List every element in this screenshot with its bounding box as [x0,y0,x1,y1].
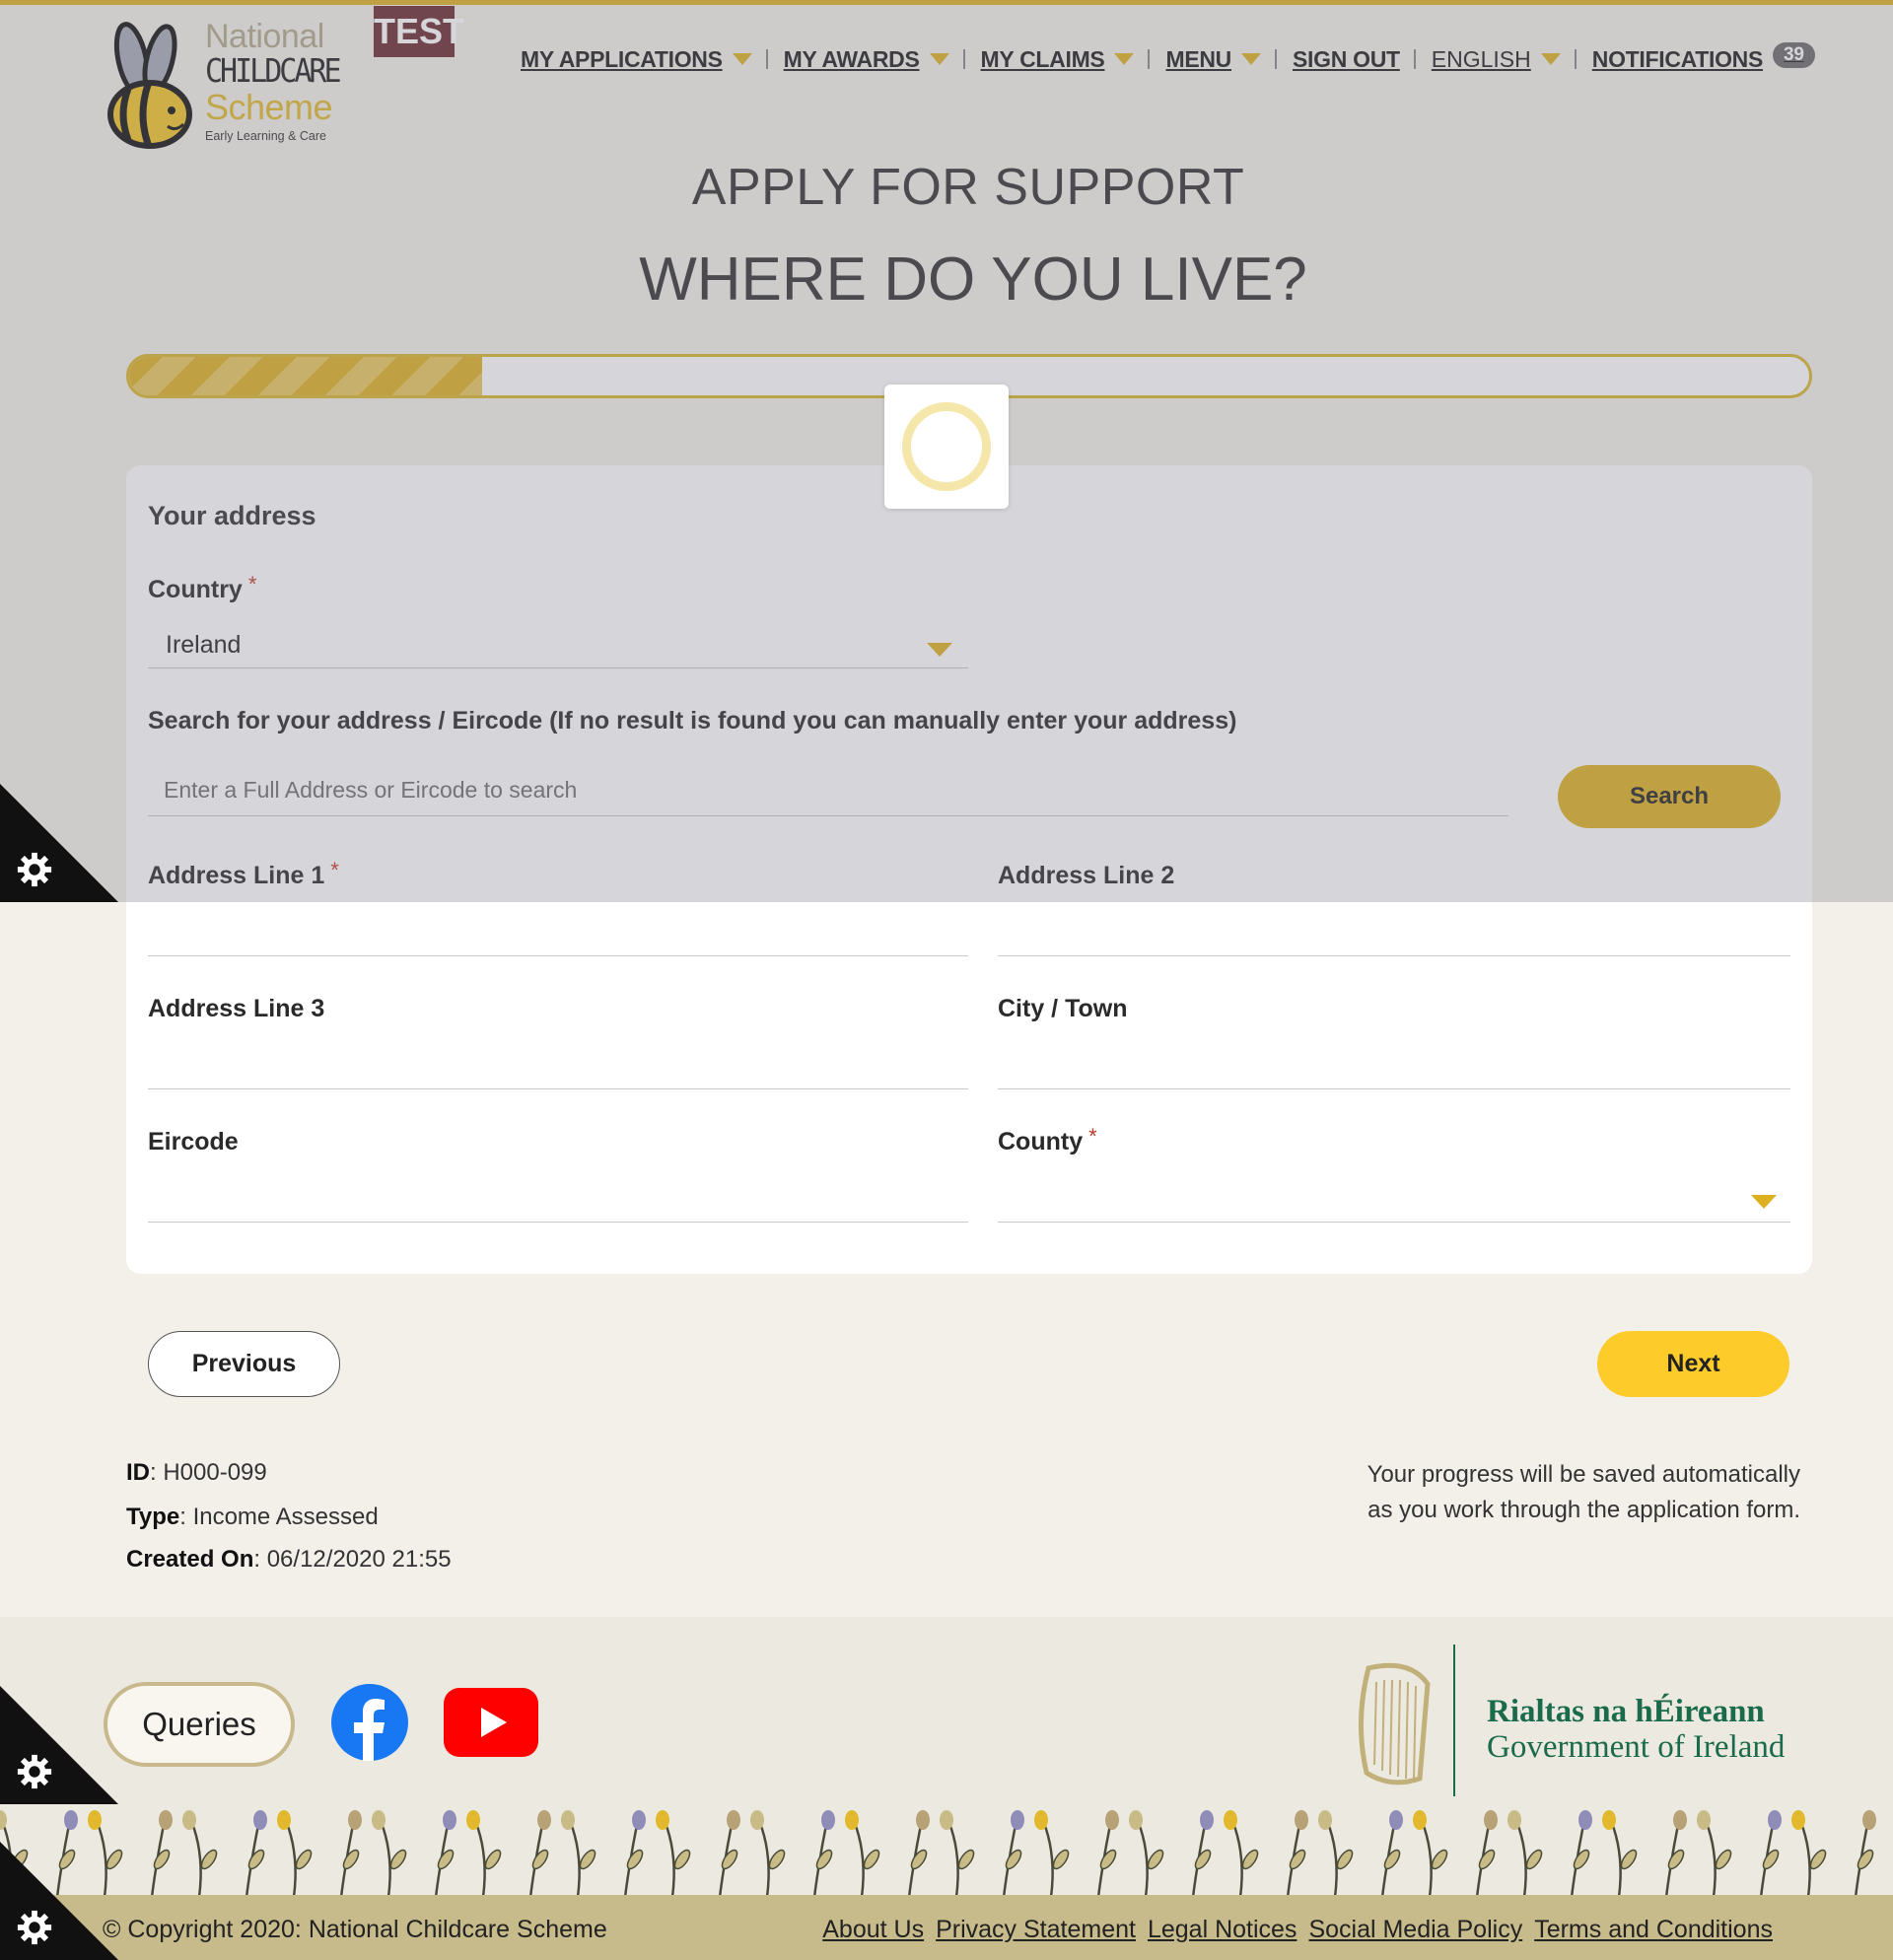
footer-link-about-us[interactable]: About Us [822,1916,924,1944]
government-of-ireland-logo: Rialtas na hÉireann Government of Irelan… [1341,1645,1794,1800]
field-underline [148,955,968,956]
address-line-2-input[interactable] [998,899,1790,956]
gov-irish-name: Rialtas na hÉireann [1487,1694,1765,1729]
city-town-input[interactable] [998,1032,1790,1089]
gov-logo-divider [1453,1645,1455,1796]
field-underline [148,1222,968,1223]
copyright-text: © Copyright 2020: National Childcare Sch… [103,1916,607,1943]
footer-link-terms-and-conditions[interactable]: Terms and Conditions [1534,1916,1773,1944]
field-underline [998,1222,1790,1223]
application-type: Type: Income Assessed [126,1504,379,1531]
footer-links: About Us Privacy Statement Legal Notices… [822,1916,1773,1944]
autosave-note-line-1: Your progress will be saved automaticall… [1367,1461,1800,1488]
footer-link-social-media-policy[interactable]: Social Media Policy [1308,1916,1522,1944]
eircode-input[interactable] [148,1165,968,1223]
chevron-down-icon [1751,1195,1777,1209]
address-line-3-label: Address Line 3 [148,995,325,1022]
application-created-label: Created On [126,1546,254,1573]
field-underline [998,1088,1790,1089]
application-id-value: : H000-099 [150,1459,267,1486]
footer-bottom-bar: © Copyright 2020: National Childcare Sch… [0,1895,1893,1960]
harp-icon [1358,1662,1431,1785]
site-footer: Queries Rialtas na hÉireann Government o… [0,1617,1893,1960]
footer-link-legal-notices[interactable]: Legal Notices [1148,1916,1297,1944]
county-label-text: County [998,1128,1084,1155]
application-type-value: : Income Assessed [179,1504,379,1530]
city-town-label: City / Town [998,995,1128,1022]
county-select[interactable] [998,1165,1790,1223]
previous-button[interactable]: Previous [148,1331,340,1397]
autosave-note-line-2: as you work through the application form… [1367,1497,1800,1523]
application-id-label: ID [126,1459,150,1486]
floral-decoration [0,1810,1876,1897]
gear-icon [17,1910,52,1945]
address-line-3-input[interactable] [148,1032,968,1089]
next-button[interactable]: Next [1597,1331,1789,1397]
application-id: ID: H000-099 [126,1459,267,1487]
queries-button[interactable]: Queries [104,1682,295,1767]
gov-english-name: Government of Ireland [1487,1729,1786,1765]
address-line-1-input[interactable] [148,899,968,956]
field-underline [998,955,1790,956]
facebook-icon[interactable] [331,1684,408,1761]
autosave-note: Your progress will be saved automaticall… [1248,1457,1800,1528]
youtube-icon[interactable] [444,1688,538,1757]
gear-icon [17,1754,52,1789]
application-created-value: : 06/12/2020 21:55 [253,1546,452,1573]
spinner-icon [902,402,991,491]
eircode-label: Eircode [148,1128,239,1155]
county-label: County * [998,1124,1097,1156]
field-underline [148,1088,968,1089]
application-created-on: Created On: 06/12/2020 21:55 [126,1546,452,1574]
required-mark: * [1088,1124,1097,1149]
loading-spinner [884,385,1009,509]
footer-link-privacy-statement[interactable]: Privacy Statement [936,1916,1136,1944]
gear-icon [17,852,52,887]
application-type-label: Type [126,1504,180,1530]
